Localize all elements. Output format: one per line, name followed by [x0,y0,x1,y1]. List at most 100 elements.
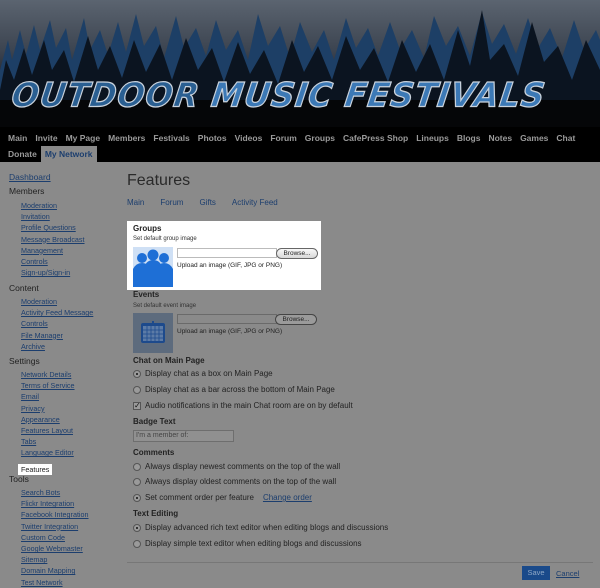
sidebar-group-settings: Network Details Terms of Service Email P… [18,369,75,477]
nav-row-2: Donate My Network [4,146,97,162]
sidebar-item-tabs[interactable]: Tabs [21,436,75,447]
tab-activity-feed[interactable]: Activity Feed [232,198,278,207]
text-editing-option-simple[interactable]: Display simple text editor when editing … [133,539,362,548]
nav-donate[interactable]: Donate [4,146,41,162]
sidebar-item-sitemap[interactable]: Sitemap [21,554,89,565]
sidebar-item-privacy[interactable]: Privacy [21,403,75,414]
sidebar-item-language-editor[interactable]: Language Editor [21,447,75,458]
nav-main[interactable]: Main [4,130,31,146]
nav-my-page[interactable]: My Page [62,130,105,146]
chat-option-box[interactable]: Display chat as a box on Main Page [133,369,273,378]
nav-videos[interactable]: Videos [231,130,267,146]
groups-browse-button[interactable]: Browse... [276,248,318,259]
sidebar-heading-settings: Settings [9,356,40,366]
sidebar-item-message-broadcast[interactable]: Message Broadcast [21,234,85,245]
sidebar-item-flickr-integration[interactable]: Flickr Integration [21,498,89,509]
sidebar-item-invitation[interactable]: Invitation [21,211,85,222]
nav-forum[interactable]: Forum [266,130,300,146]
comments-option-per-feature[interactable]: Set comment order per feature Change ord… [133,493,312,502]
tab-main[interactable]: Main [127,198,144,207]
nav-row-1: Main Invite My Page Members Festivals Ph… [4,130,579,146]
chat-audio-option[interactable]: ✓ Audio notifications in the main Chat r… [133,401,353,410]
comments-option-newest[interactable]: Always display newest comments on the to… [133,462,340,471]
form-divider [127,562,593,563]
sidebar-item-content-moderation[interactable]: Moderation [21,296,93,307]
sidebar-item-domain-mapping[interactable]: Domain Mapping [21,565,89,576]
sidebar-item-content-controls[interactable]: Controls [21,318,93,329]
sidebar-item-appearance[interactable]: Appearance [21,414,75,425]
sidebar-item-network-details[interactable]: Network Details [21,369,75,380]
tab-forum[interactable]: Forum [160,198,183,207]
sidebar-item-custom-code[interactable]: Custom Code [21,532,89,543]
events-subtext: Set default event image [133,303,197,309]
main-nav: Main Invite My Page Members Festivals Ph… [0,127,600,162]
audio-checkbox-label: Audio notifications in the main Chat roo… [145,401,353,410]
badge-text-input[interactable]: I'm a member of: [133,430,234,442]
chat-bar-radio[interactable] [133,385,141,394]
groups-upload-hint: Upload an image (GIF, JPG or PNG) [177,262,283,269]
sidebar-item-moderation[interactable]: Moderation [21,200,85,211]
chat-box-radio[interactable] [133,369,141,378]
events-upload-hint: Upload an image (GIF, JPG or PNG) [177,328,283,335]
page-title: Features [127,172,191,189]
text-editing-simple-radio[interactable] [133,539,141,548]
sidebar-group-members: Moderation Invitation Profile Questions … [21,200,85,278]
text-editing-advanced-radio[interactable] [133,523,141,532]
groups-file-input[interactable] [177,248,277,258]
nav-invite[interactable]: Invite [31,130,61,146]
sidebar-item-controls[interactable]: Controls [21,256,85,267]
comments-heading: Comments [133,448,175,457]
audio-checkbox[interactable]: ✓ [133,401,141,410]
sidebar-item-search-bots[interactable]: Search Bots [21,487,89,498]
save-button[interactable]: Save [522,566,550,580]
people-group-icon [133,247,173,287]
text-editing-option-advanced[interactable]: Display advanced rich text editor when e… [133,523,388,532]
nav-my-network[interactable]: My Network [40,146,97,162]
sidebar-item-profile-questions[interactable]: Profile Questions [21,222,85,233]
nav-festivals[interactable]: Festivals [149,130,193,146]
cancel-link[interactable]: Cancel [556,569,579,578]
nav-chat[interactable]: Chat [552,130,579,146]
calendar-icon [133,313,173,353]
nav-lineups[interactable]: Lineups [412,130,453,146]
nav-cafepress-shop[interactable]: CafePress Shop [339,130,412,146]
sidebar-item-facebook-integration[interactable]: Facebook Integration [21,509,89,520]
sidebar-item-management[interactable]: Management [21,245,85,256]
site-logo-title: OUTDOOR MUSIC FESTIVALS [9,74,549,115]
comments-oldest-label: Always display oldest comments on the to… [145,477,337,486]
logo-word-music-festivals: MUSIC FESTIVALS [208,74,549,115]
comments-oldest-radio[interactable] [133,477,141,486]
events-browse-button[interactable]: Browse... [275,314,317,325]
nav-notes[interactable]: Notes [484,130,516,146]
sidebar-item-google-webmaster[interactable]: Google Webmaster [21,543,89,554]
sidebar-item-file-manager[interactable]: File Manager [21,330,93,341]
nav-groups[interactable]: Groups [301,130,339,146]
sidebar-item-terms-of-service[interactable]: Terms of Service [21,380,75,391]
sidebar-item-activity-feed-message[interactable]: Activity Feed Message [21,307,93,318]
chat-option-box-label: Display chat as a box on Main Page [145,369,273,378]
events-file-input[interactable] [177,314,277,324]
groups-section: Groups Set default group image Browse...… [127,221,321,290]
nav-photos[interactable]: Photos [194,130,231,146]
sidebar-item-archive[interactable]: Archive [21,341,93,352]
sidebar-dashboard-link[interactable]: Dashboard [9,172,51,183]
comments-newest-radio[interactable] [133,462,141,471]
sidebar-heading-members: Members [9,186,45,196]
chat-option-bar-label: Display chat as a bar across the bottom … [145,385,335,394]
sidebar-item-features-layout[interactable]: Features Layout [21,425,75,436]
chat-option-bar[interactable]: Display chat as a bar across the bottom … [133,385,335,394]
sidebar-item-twitter-integration[interactable]: Twitter Integration [21,521,89,532]
comments-per-feature-radio[interactable] [133,493,141,502]
change-order-link[interactable]: Change order [263,493,312,502]
feature-tabs: Main Forum Gifts Activity Feed [127,198,278,207]
sidebar-heading-tools: Tools [9,474,29,484]
logo-word-outdoor: OUTDOOR [9,74,203,115]
comments-option-oldest[interactable]: Always display oldest comments on the to… [133,477,336,486]
nav-games[interactable]: Games [516,130,552,146]
tab-gifts[interactable]: Gifts [199,198,215,207]
sidebar-item-email[interactable]: Email [21,391,75,402]
nav-members[interactable]: Members [104,130,149,146]
nav-blogs[interactable]: Blogs [453,130,485,146]
sidebar-item-signup-signin[interactable]: Sign-up/Sign-in [21,267,85,278]
sidebar-item-test-network[interactable]: Test Network [21,577,89,588]
